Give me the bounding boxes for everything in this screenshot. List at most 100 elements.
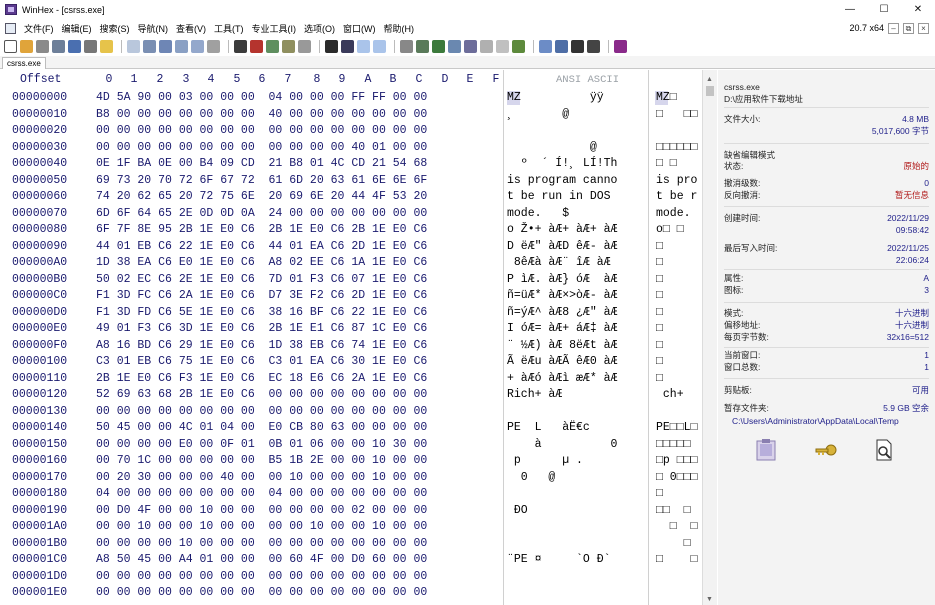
fill-block-icon[interactable] xyxy=(207,39,220,53)
scroll-thumb[interactable] xyxy=(706,86,714,96)
document-icon[interactable] xyxy=(5,22,16,34)
menu-help[interactable]: 帮助(H) xyxy=(380,22,419,35)
hex-offset: 000000C0 xyxy=(12,289,68,302)
hex-editor-pane[interactable]: Offset 0 1 2 3 4 5 6 7 8 9 A B C D E F ANSI ASCII 00000… xyxy=(0,70,702,605)
column-header: 1 xyxy=(130,73,138,86)
mode-value: 十六进制 xyxy=(894,308,929,318)
hex-offset: 00000100 xyxy=(12,355,68,368)
find-text-icon[interactable] xyxy=(234,39,247,53)
menu-navigate[interactable]: 导航(N) xyxy=(134,22,173,35)
hex-offset: 00000040 xyxy=(12,157,68,170)
key-icon[interactable] xyxy=(814,438,838,462)
replace-hex-icon[interactable] xyxy=(282,39,295,53)
child-minimize-button[interactable]: – xyxy=(888,22,899,34)
undo-icon[interactable] xyxy=(127,39,140,53)
hex-offset: 000001D0 xyxy=(12,569,68,583)
ansi-text-secondary: □ xyxy=(656,338,663,352)
cut-icon[interactable] xyxy=(143,39,156,53)
menu-window[interactable]: 窗口(W) xyxy=(339,22,380,35)
grid-icon[interactable] xyxy=(539,39,552,53)
ansi-text-secondary: □ □ xyxy=(656,520,698,533)
ansi-icon[interactable] xyxy=(555,39,568,53)
window-total-value: 1 xyxy=(924,362,929,372)
replace-text-icon[interactable] xyxy=(266,39,279,53)
save-icon[interactable] xyxy=(68,39,81,53)
back-arrow-icon[interactable] xyxy=(357,39,370,53)
child-restore-button[interactable]: ⧉ xyxy=(903,22,914,34)
find-hex-icon[interactable] xyxy=(250,39,263,53)
reverse-undo-row: 反向撤消: 暂无信息 xyxy=(724,190,929,201)
settings-icon[interactable] xyxy=(512,39,525,53)
ansi-text-secondary: t be r xyxy=(656,190,698,203)
menu-file[interactable]: 文件(F) xyxy=(20,22,58,35)
disk-tools-icon[interactable] xyxy=(400,39,413,53)
goto-sector-icon[interactable] xyxy=(341,39,354,53)
tab-csrss-exe[interactable]: csrss.exe xyxy=(2,57,46,69)
divider xyxy=(724,143,929,144)
new-file-icon[interactable] xyxy=(4,39,17,53)
offset-mode-value: 十六进制 xyxy=(894,320,929,330)
recover-icon[interactable] xyxy=(432,39,445,53)
menu-professional-tools[interactable]: 专业工具(I) xyxy=(248,22,301,35)
state-value: 原始的 xyxy=(903,161,929,171)
hex-offset: 00000150 xyxy=(12,437,68,451)
hex-offset: 00000160 xyxy=(12,454,68,467)
forward-arrow-icon[interactable] xyxy=(373,39,386,53)
hash-icon[interactable] xyxy=(464,39,477,53)
close-button[interactable]: ✕ xyxy=(901,0,935,19)
scroll-down-icon[interactable]: ▼ xyxy=(706,596,713,603)
ansi-text: I óÆ= àÆ+ áÆ‡ àÆ xyxy=(507,322,618,335)
hex-offset: 00000190 xyxy=(12,503,68,517)
search-document-icon[interactable] xyxy=(872,438,896,462)
child-close-button[interactable]: × xyxy=(918,22,929,34)
hex-offset: 000001C0 xyxy=(12,553,68,566)
menu-options[interactable]: 选项(O) xyxy=(300,22,339,35)
analyze-icon[interactable] xyxy=(480,39,493,53)
minimize-button[interactable]: — xyxy=(833,0,867,19)
column-header: 5 xyxy=(233,73,241,86)
hex-bytes: 00 00 00 00 00 00 00 00 00 00 00 00 40 0… xyxy=(96,140,428,154)
temp-folder-path[interactable]: C:\Users\Administrator\AppData\Local\Tem… xyxy=(732,416,899,426)
left-arrow-icon[interactable] xyxy=(571,39,584,53)
menu-search[interactable]: 搜索(S) xyxy=(96,22,134,35)
search-again-icon[interactable] xyxy=(298,39,311,53)
properties-icon[interactable] xyxy=(100,39,113,53)
maximize-button[interactable]: ☐ xyxy=(867,0,901,19)
calculator-icon[interactable] xyxy=(448,39,461,53)
column-header: 7 xyxy=(284,73,292,86)
open-file-icon[interactable] xyxy=(20,39,33,53)
print-icon[interactable] xyxy=(84,39,97,53)
hex-offset: 00000080 xyxy=(12,223,68,236)
hex-offset: 000001B0 xyxy=(12,536,68,550)
file-size-mb: 4.8 MB xyxy=(902,114,929,124)
ansi-text-secondary: □ xyxy=(656,272,663,286)
toolbar-separator xyxy=(228,39,229,53)
paste-special-icon[interactable] xyxy=(191,39,204,53)
ansi-text: ñ=ýÆ^ àÆ8 ¿Æ" àÆ xyxy=(507,305,618,319)
paste-icon[interactable] xyxy=(175,39,188,53)
mode-row: 模式: 十六进制 xyxy=(724,308,929,319)
attr-label: 属性: xyxy=(724,273,744,283)
clipboard-icon[interactable] xyxy=(754,438,778,462)
column-divider xyxy=(648,70,649,605)
clipboard-label: 剪贴板: xyxy=(724,385,752,395)
disk-clone-icon[interactable] xyxy=(416,39,429,53)
hex-offset: 000000B0 xyxy=(12,272,68,286)
menu-view[interactable]: 查看(V) xyxy=(172,22,210,35)
menu-edit[interactable]: 编辑(E) xyxy=(58,22,96,35)
menu-tools[interactable]: 工具(T) xyxy=(210,22,248,35)
open-ram-icon[interactable] xyxy=(52,39,65,53)
clipboard-value: 可用 xyxy=(911,385,929,395)
copy-icon[interactable] xyxy=(159,39,172,53)
window-total-row: 窗口总数: 1 xyxy=(724,362,929,373)
vertical-scrollbar[interactable]: ▲ ▼ xyxy=(702,70,717,605)
bookmark-icon[interactable] xyxy=(587,39,600,53)
template-icon[interactable] xyxy=(496,39,509,53)
hex-bytes: 00 00 00 00 00 00 00 00 00 00 00 00 00 0… xyxy=(96,586,428,599)
diamond-icon[interactable] xyxy=(614,39,627,53)
ansi-text: à 0 xyxy=(507,437,618,451)
open-disk-icon[interactable] xyxy=(36,39,49,53)
goto-offset-icon[interactable] xyxy=(325,39,338,53)
hex-bytes: B8 00 00 00 00 00 00 00 40 00 00 00 00 0… xyxy=(96,107,428,121)
scroll-up-icon[interactable]: ▲ xyxy=(706,76,713,83)
